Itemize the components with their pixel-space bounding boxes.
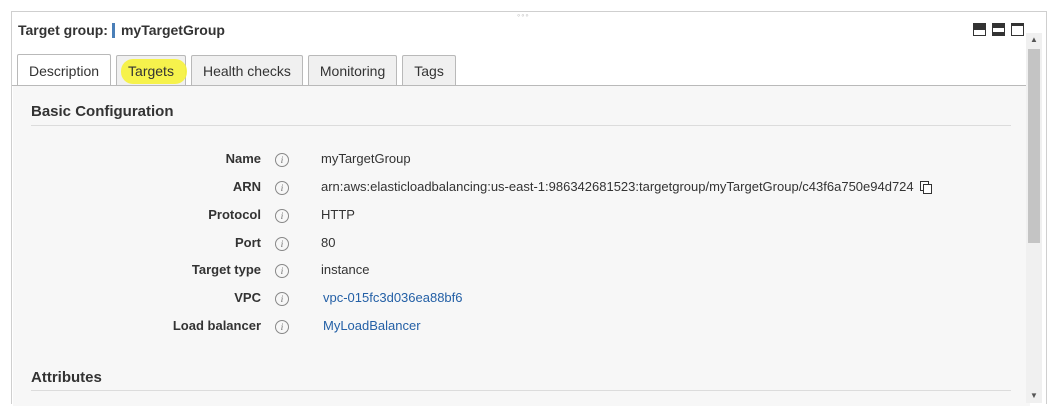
detail-row-target-type: Target type i instance: [13, 262, 1013, 282]
detail-value: instance: [321, 262, 370, 277]
section-divider: [31, 390, 1011, 391]
detail-key: Protocol: [208, 207, 261, 222]
split-panel-icon[interactable]: [992, 23, 1005, 36]
detail-value-wrap: arn:aws:elasticloadbalancing:us-east-1:9…: [321, 179, 932, 194]
detail-row-port: Port i 80: [13, 235, 1013, 255]
detail-value: 80: [321, 235, 336, 250]
scroll-thumb[interactable]: [1028, 49, 1040, 243]
tab-label: Description: [29, 62, 100, 79]
section-title-attributes: Attributes: [31, 369, 102, 386]
scroll-up-icon[interactable]: ▲: [1026, 33, 1042, 47]
tab-tags[interactable]: Tags: [402, 55, 456, 85]
tab-label: Targets: [128, 62, 174, 79]
info-icon[interactable]: i: [275, 237, 289, 251]
panel-header-value: myTargetGroup: [120, 22, 225, 38]
tab-bar: Description Targets Health checks Monito…: [17, 54, 456, 86]
tab-label: Health checks: [202, 62, 291, 79]
detail-value: HTTP: [321, 207, 355, 222]
detail-value: arn:aws:elasticloadbalancing:us-east-1:9…: [321, 179, 914, 194]
description-content: Basic Configuration Name i myTargetGroup…: [13, 86, 1030, 406]
info-icon[interactable]: i: [275, 292, 289, 306]
target-group-panel: ◦◦◦ Target group: myTargetGroup Descript…: [11, 11, 1047, 406]
vertical-scrollbar[interactable]: ▲ ▼: [1026, 33, 1042, 403]
detail-row-arn: ARN i arn:aws:elasticloadbalancing:us-ea…: [13, 179, 1013, 199]
info-icon[interactable]: i: [275, 320, 289, 334]
tab-health-checks[interactable]: Health checks: [190, 55, 303, 85]
detail-value: myTargetGroup: [321, 151, 411, 166]
load-balancer-link[interactable]: MyLoadBalancer: [323, 318, 421, 333]
section-title-basic-configuration: Basic Configuration: [31, 103, 174, 120]
panel-header-label: Target group:: [18, 22, 108, 38]
info-icon[interactable]: i: [275, 209, 289, 223]
info-icon[interactable]: i: [275, 153, 289, 167]
detail-key: VPC: [234, 290, 261, 305]
detail-key: Load balancer: [172, 318, 261, 333]
detail-key: Port: [235, 235, 261, 250]
detail-key: Name: [225, 151, 261, 166]
info-icon[interactable]: i: [275, 181, 289, 195]
info-icon[interactable]: i: [275, 264, 289, 278]
tab-targets[interactable]: Targets: [116, 55, 188, 85]
tab-label: Monitoring: [319, 62, 386, 79]
scroll-down-icon[interactable]: ▼: [1026, 389, 1042, 403]
detail-row-protocol: Protocol i HTTP: [13, 207, 1013, 227]
panel-resize-handle[interactable]: ◦◦◦: [517, 11, 530, 20]
detail-key: ARN: [232, 179, 261, 194]
tab-description[interactable]: Description: [17, 54, 112, 86]
tab-monitoring[interactable]: Monitoring: [307, 55, 398, 85]
detail-key: Target type: [191, 262, 261, 277]
maximize-panel-icon[interactable]: [1011, 23, 1024, 36]
tab-label: Tags: [414, 62, 444, 79]
detail-row-load-balancer: Load balancer i MyLoadBalancer: [13, 318, 1013, 338]
window-controls: [973, 23, 1024, 36]
accent-bar: [111, 22, 115, 38]
detail-row-vpc: VPC i vpc-015fc3d036ea88bf6: [13, 290, 1013, 310]
vpc-link[interactable]: vpc-015fc3d036ea88bf6: [323, 290, 463, 305]
section-divider: [31, 125, 1011, 126]
copy-icon[interactable]: [919, 181, 932, 194]
minimize-panel-icon[interactable]: [973, 23, 986, 36]
detail-row-name: Name i myTargetGroup: [13, 151, 1013, 171]
panel-header: Target group: myTargetGroup: [18, 22, 225, 38]
